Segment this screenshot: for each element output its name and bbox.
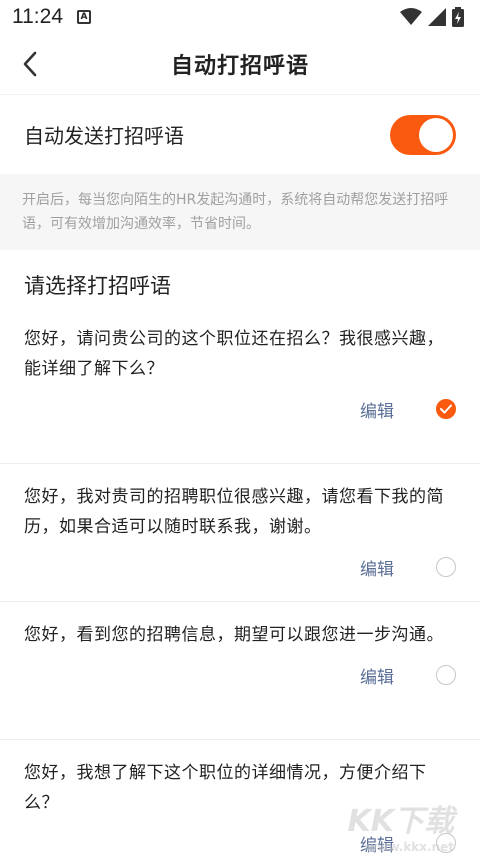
auto-greeting-toggle[interactable]	[390, 114, 456, 155]
status-time: 11:24	[12, 5, 63, 28]
greeting-option[interactable]: 您好，我想了解下这个职位的详细情况，方便介绍下么？ 编辑 KK下载 www.kk…	[0, 740, 480, 854]
checkmark-icon	[440, 404, 452, 414]
watermark-sub: www.kkx.net	[366, 840, 454, 854]
edit-button[interactable]: 编辑	[360, 555, 394, 580]
auto-greeting-description: 开启后，每当您向陌生的HR发起沟通时，系统将自动帮您发送打招呼语，可有效增加沟通…	[0, 174, 480, 250]
status-bar: 11:24 A	[0, 0, 480, 34]
greeting-text: 您好，我对贵司的招聘职位很感兴趣，请您看下我的简历，如果合适可以随时联系我，谢谢…	[24, 487, 444, 537]
section-title: 请选择打招呼语	[24, 274, 171, 298]
radio-unselected[interactable]	[436, 665, 456, 685]
battery-icon	[452, 7, 464, 27]
toggle-knob	[419, 117, 453, 152]
greeting-option[interactable]: 您好，请问贵公司的这个职位还在招么？我很感兴趣，能详细了解下么？ 编辑	[0, 316, 480, 464]
watermark: KK下载 www.kkx.net	[348, 796, 455, 854]
auto-greeting-label: 自动发送打招呼语	[24, 124, 184, 148]
signal-icon	[428, 8, 446, 26]
back-button[interactable]	[14, 48, 46, 80]
nav-bar: 自动打招呼语	[0, 34, 480, 94]
watermark-main: KK下载	[347, 804, 455, 839]
greeting-option[interactable]: 您好，看到您的招聘信息，期望可以跟您进一步沟通。 编辑	[0, 602, 480, 740]
radio-unselected[interactable]	[436, 557, 456, 577]
notification-icon: A	[77, 10, 91, 24]
greeting-text: 您好，看到您的招聘信息，期望可以跟您进一步沟通。	[24, 625, 444, 645]
radio-selected[interactable]	[436, 399, 456, 419]
greeting-text: 您好，请问贵公司的这个职位还在招么？我很感兴趣，能详细了解下么？	[24, 329, 444, 379]
wifi-icon	[400, 8, 422, 25]
greeting-option[interactable]: 您好，我对贵司的招聘职位很感兴趣，请您看下我的简历，如果合适可以随时联系我，谢谢…	[0, 464, 480, 602]
auto-greeting-row: 自动发送打招呼语	[0, 94, 480, 174]
edit-button[interactable]: 编辑	[360, 397, 394, 422]
edit-button[interactable]: 编辑	[360, 663, 394, 688]
chevron-left-icon	[23, 51, 37, 77]
page-title: 自动打招呼语	[170, 54, 309, 79]
